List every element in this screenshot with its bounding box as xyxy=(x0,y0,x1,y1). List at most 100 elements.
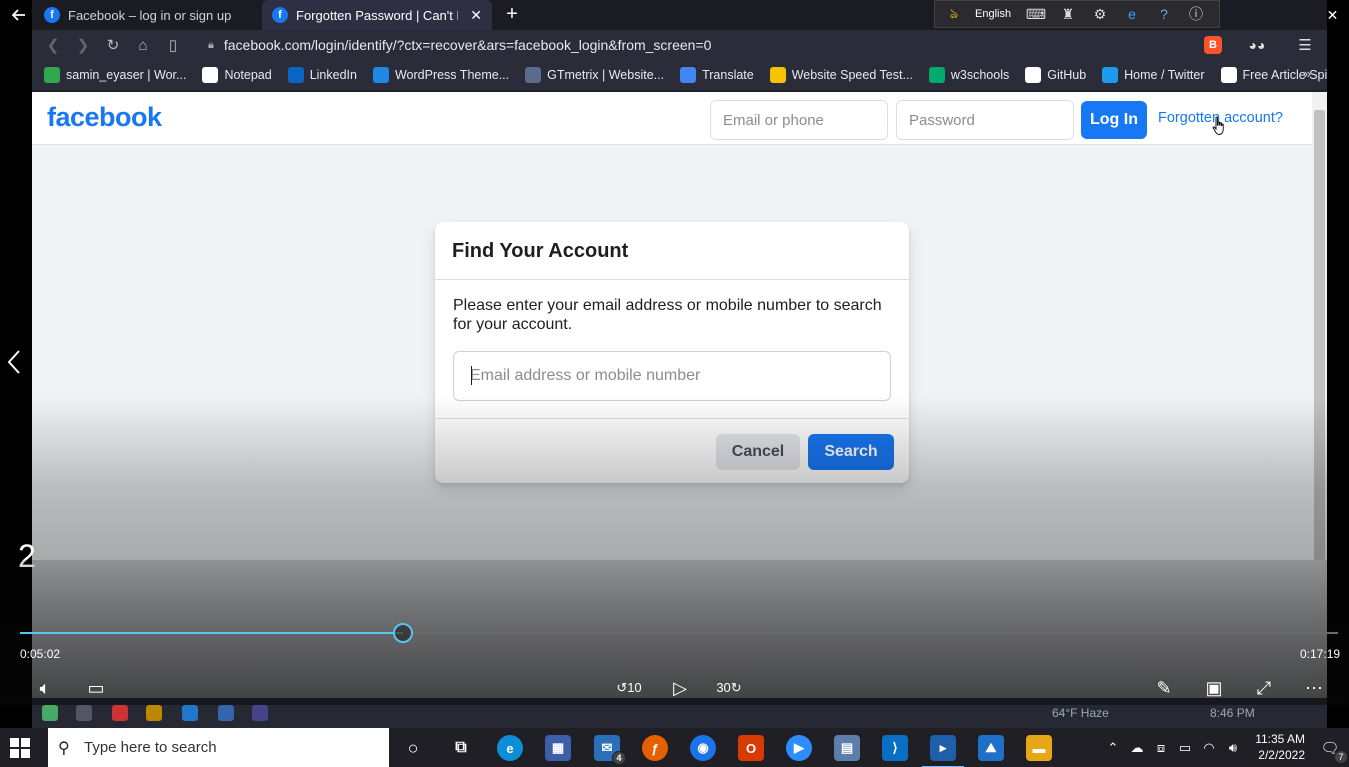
password-input[interactable] xyxy=(896,100,1074,140)
more-options-icon[interactable]: ⋯ xyxy=(1299,676,1329,700)
edge-icon[interactable]: e xyxy=(497,735,523,761)
bookmark-item[interactable]: Home / Twitter xyxy=(1102,67,1205,83)
zoom-icon[interactable]: ▶ xyxy=(786,735,812,761)
store-icon[interactable]: ▦ xyxy=(545,735,571,761)
edge-ie-icon[interactable]: e xyxy=(1121,5,1143,23)
tab-forgotten-password[interactable]: f Forgotten Password | Can't Log In ✕ xyxy=(262,0,492,30)
tab-facebook-login[interactable]: f Facebook – log in or sign up xyxy=(34,0,260,30)
seek-progress xyxy=(20,632,403,634)
back-icon[interactable]: ❮ xyxy=(40,34,66,56)
email-or-phone-input[interactable] xyxy=(710,100,888,140)
battery-icon[interactable]: ▭ xyxy=(1176,739,1194,757)
bookmark-item[interactable]: Notepad xyxy=(202,67,272,83)
bookmark-label: WordPress Theme... xyxy=(394,68,510,82)
gtmetrix-icon xyxy=(525,67,542,83)
taskbar-search-box[interactable]: ⚲ Type here to search xyxy=(48,728,389,767)
scrollbar-thumb[interactable] xyxy=(1314,110,1325,560)
reload-icon[interactable]: ↻ xyxy=(100,34,126,56)
office-icon[interactable]: O xyxy=(738,735,764,761)
bookmark-item[interactable]: Translate xyxy=(680,67,754,83)
bookmark-label: LinkedIn xyxy=(309,68,357,82)
settings-icon[interactable]: ⚙ xyxy=(1089,5,1111,23)
text-caret xyxy=(471,366,472,385)
notification-center-icon[interactable]: 🗨︎ 7 xyxy=(1320,738,1348,764)
help-icon[interactable]: ? xyxy=(1153,5,1175,23)
cortana-icon[interactable]: ○ xyxy=(400,735,426,761)
bookmark-item[interactable]: samin_eyaser | Wor... xyxy=(44,67,186,83)
bookmark-item[interactable]: WordPress Theme... xyxy=(372,67,510,83)
email-or-mobile-input[interactable] xyxy=(453,351,891,401)
edit-icon[interactable]: ✎ xyxy=(1149,676,1179,700)
translate-icon xyxy=(680,67,697,83)
bookmark-item[interactable]: w3schools xyxy=(928,67,1009,83)
bookmark-label: Notepad xyxy=(224,68,272,82)
vscode-icon[interactable]: ⟩ xyxy=(882,735,908,761)
player-controls: 0:05:02 0:17:19 🔈︎ ▭ ↺10 ▷ 30↻ ✎ ▣ ⤢ ⋯ xyxy=(0,560,1349,705)
bookmark-item[interactable]: LinkedIn xyxy=(287,67,357,83)
previous-chevron-icon[interactable] xyxy=(0,340,28,384)
ime-icon[interactable]: ঌ xyxy=(943,5,965,23)
app-icon xyxy=(252,705,268,721)
back-arrow-icon[interactable] xyxy=(6,2,32,28)
seek-thumb[interactable] xyxy=(393,623,413,643)
photos-viewer-icon[interactable]: ▤ xyxy=(834,735,860,761)
bookmark-item[interactable]: GitHub xyxy=(1025,67,1086,83)
brave-shield-icon[interactable]: B xyxy=(1204,36,1222,54)
chrome-icon[interactable]: ◉ xyxy=(690,735,716,761)
photos-icon[interactable]: ⛰ xyxy=(978,735,1004,761)
wordpress-icon xyxy=(44,67,60,83)
forward-30-icon[interactable]: 30↻ xyxy=(714,676,744,700)
show-hidden-icons-icon[interactable]: ⌃ xyxy=(1104,739,1122,757)
seek-bar[interactable] xyxy=(20,623,1338,643)
bookmark-icon[interactable]: ▯ xyxy=(160,34,186,56)
mini-view-icon[interactable]: ▣ xyxy=(1199,676,1229,700)
address-bar: ❮ ❯ ↻ ⌂ ▯ 🔒︎ facebook.com/login/identify… xyxy=(32,30,1327,60)
speaker-icon[interactable]: 🔊︎ xyxy=(1224,739,1242,757)
notification-badge: 7 xyxy=(1334,750,1348,764)
windows-start-icon[interactable] xyxy=(10,738,30,758)
wifi-icon[interactable]: ◠ xyxy=(1200,739,1218,757)
extension-glasses-icon[interactable]: ◕◕ xyxy=(1242,36,1272,54)
clock-time: 11:35 AM xyxy=(1255,732,1305,746)
play-icon[interactable]: ▷ xyxy=(665,676,695,700)
onedrive-icon[interactable]: ☁ xyxy=(1128,739,1146,757)
avatar-icon[interactable]: ♜ xyxy=(1057,5,1079,23)
info-icon[interactable]: ⓘ xyxy=(1185,5,1207,23)
language-label[interactable]: English xyxy=(975,8,1015,20)
close-tab-icon[interactable]: ✕ xyxy=(470,7,482,24)
language-bar: ঌ English ⌨ ♜ ⚙ e ? ⓘ xyxy=(934,0,1220,28)
total-time: 0:17:19 xyxy=(1300,647,1341,661)
lock-icon[interactable]: 🔒︎ xyxy=(208,39,214,52)
file-explorer-icon[interactable]: ▬ xyxy=(1026,735,1052,761)
url-field[interactable]: 🔒︎ facebook.com/login/identify/?ctx=reco… xyxy=(208,35,1178,55)
tab-bar: f Facebook – log in or sign up f Forgott… xyxy=(32,0,1327,30)
rewind-10-icon[interactable]: ↺10 xyxy=(614,676,644,700)
fullscreen-icon[interactable]: ⤢ xyxy=(1249,676,1279,700)
home-icon[interactable]: ⌂ xyxy=(130,34,156,56)
log-in-button[interactable]: Log In xyxy=(1081,101,1147,139)
bookmarks-overflow-icon[interactable]: » xyxy=(1304,66,1311,81)
bookmark-item[interactable]: GTmetrix | Website... xyxy=(525,67,664,83)
cancel-button[interactable]: Cancel xyxy=(716,434,800,470)
bookmark-label: Translate xyxy=(702,68,754,82)
firefox-icon[interactable]: ƒ xyxy=(642,735,668,761)
current-time: 0:05:02 xyxy=(20,647,61,661)
menu-icon[interactable]: ☰ xyxy=(1294,36,1316,54)
new-tab-icon[interactable]: + xyxy=(500,2,524,26)
windows-taskbar: ⚲ Type here to search ○ ⧉ e ▦ ✉ 4 ƒ ◉ O ▶… xyxy=(0,728,1349,767)
keyboard-icon[interactable]: ⌨ xyxy=(1025,5,1047,23)
forward-icon[interactable]: ❯ xyxy=(70,34,96,56)
task-view-icon[interactable]: ⧉ xyxy=(448,735,474,761)
captions-icon[interactable]: ▭ xyxy=(81,676,111,700)
search-button[interactable]: Search xyxy=(808,434,894,470)
bookmark-item[interactable]: Website Speed Test... xyxy=(769,67,913,83)
bookmark-label: GitHub xyxy=(1047,68,1087,82)
bookmark-item[interactable]: Free Article Spinner... xyxy=(1220,67,1327,83)
taskbar-clock[interactable]: 11:35 AM 2/2/2022 xyxy=(1255,731,1305,763)
volume-icon[interactable]: 🔈︎ xyxy=(30,676,60,700)
mail-icon[interactable]: ✉ 4 xyxy=(594,735,626,765)
facebook-logo[interactable]: facebook xyxy=(47,102,162,133)
network-tray-icon[interactable]: ⧈ xyxy=(1152,739,1170,757)
movies-tv-icon[interactable]: ▸ xyxy=(922,735,964,767)
pingdom-icon xyxy=(769,67,786,83)
